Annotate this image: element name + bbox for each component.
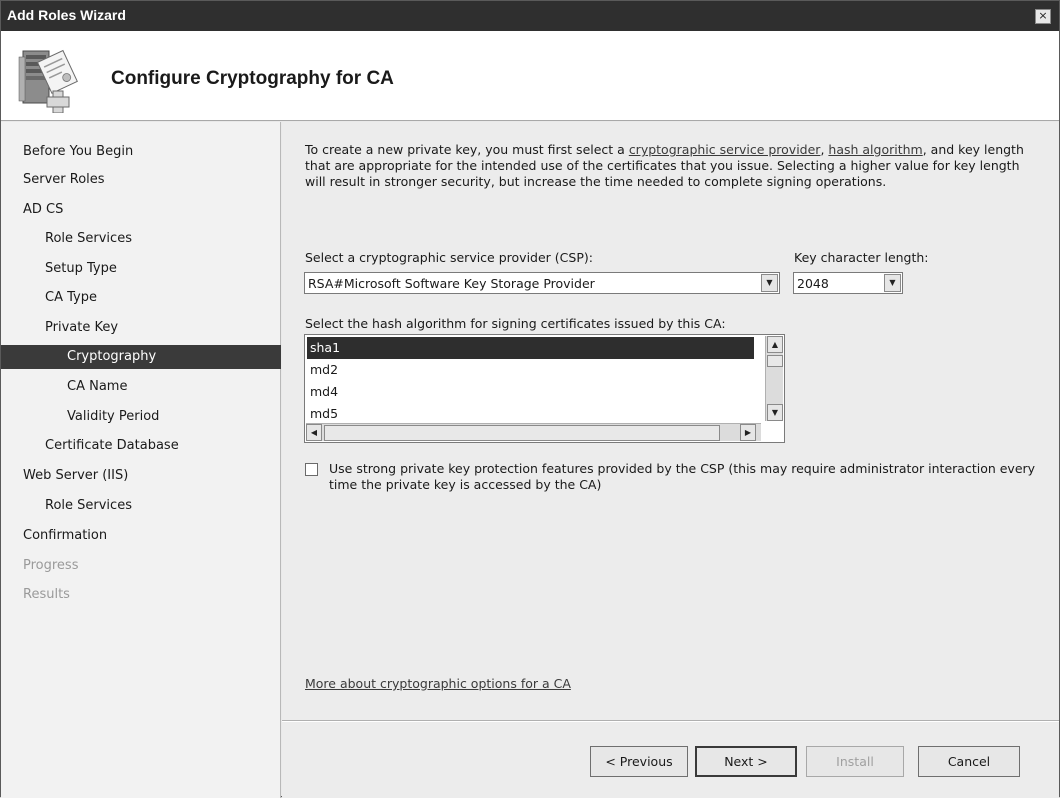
key-length-value: 2048 [797,276,829,291]
close-button[interactable]: × [1035,9,1051,24]
hash-algorithm-help-link[interactable]: hash algorithm [828,142,922,157]
strong-protection-checkbox[interactable] [305,463,318,476]
step-setup-type[interactable]: Setup Type [45,257,117,281]
hash-algorithm-list[interactable]: sha1 md2 md4 md5 ▲ ▼ ◀ ▶ [304,334,785,443]
vertical-scrollbar[interactable]: ▲ ▼ [765,336,783,421]
step-web-server-iis[interactable]: Web Server (IIS) [23,464,128,488]
title-bar[interactable]: Add Roles Wizard × [1,1,1059,31]
csp-label: Select a cryptographic service provider … [305,250,593,265]
step-validity-period[interactable]: Validity Period [67,405,159,429]
scroll-up-icon[interactable]: ▲ [767,336,783,353]
scroll-down-icon[interactable]: ▼ [767,404,783,421]
csp-help-link[interactable]: cryptographic service provider [629,142,821,157]
cancel-button[interactable]: Cancel [918,746,1020,777]
step-certificate-database[interactable]: Certificate Database [45,434,179,458]
vertical-scroll-thumb[interactable] [767,355,783,367]
server-certificate-icon [18,49,78,113]
csp-select-value: RSA#Microsoft Software Key Storage Provi… [308,276,595,291]
step-ca-type[interactable]: CA Type [45,286,97,310]
step-server-roles[interactable]: Server Roles [23,168,105,192]
intro-description: To create a new private key, you must fi… [305,142,1040,190]
step-iis-role-services[interactable]: Role Services [45,494,132,518]
step-cryptography[interactable]: Cryptography [1,345,281,369]
strong-protection-label[interactable]: Use strong private key protection featur… [329,461,1049,493]
chevron-down-icon[interactable]: ▼ [884,274,901,292]
next-button[interactable]: Next > [695,746,797,777]
footer-divider [282,720,1059,722]
list-item[interactable]: sha1 [307,337,754,359]
step-progress: Progress [23,558,79,573]
wizard-header: Configure Cryptography for CA [1,31,1059,121]
description-text-1: To create a new private key, you must fi… [305,142,629,157]
step-role-services[interactable]: Role Services [45,227,132,251]
list-item[interactable]: md2 [307,359,754,381]
key-length-select[interactable]: 2048 ▼ [793,272,903,294]
csp-select[interactable]: RSA#Microsoft Software Key Storage Provi… [304,272,780,294]
step-results: Results [23,587,70,602]
add-roles-wizard-window: Add Roles Wizard × Configure Cryptograph… [0,0,1060,798]
more-about-cryptography-link[interactable]: More about cryptographic options for a C… [305,676,571,691]
window-title: Add Roles Wizard [7,7,126,23]
scroll-right-icon[interactable]: ▶ [740,424,756,441]
step-ca-name[interactable]: CA Name [67,375,127,399]
scroll-left-icon[interactable]: ◀ [306,424,322,441]
chevron-down-icon[interactable]: ▼ [761,274,778,292]
horizontal-scroll-thumb[interactable] [324,425,720,441]
step-confirmation[interactable]: Confirmation [23,524,107,548]
list-item[interactable]: md4 [307,381,754,403]
previous-button[interactable]: < Previous [590,746,688,777]
wizard-content: To create a new private key, you must fi… [282,122,1059,798]
key-length-label: Key character length: [794,250,929,265]
wizard-steps-sidebar: Before You Begin Server Roles AD CS Role… [1,122,281,798]
install-button: Install [806,746,904,777]
step-before-you-begin[interactable]: Before You Begin [23,140,133,164]
page-title: Configure Cryptography for CA [111,68,394,89]
step-ad-cs[interactable]: AD CS [23,198,63,222]
list-item[interactable]: md5 [307,403,754,425]
step-private-key[interactable]: Private Key [45,316,118,340]
hash-label: Select the hash algorithm for signing ce… [305,316,726,331]
horizontal-scrollbar[interactable]: ◀ ▶ [306,423,761,441]
